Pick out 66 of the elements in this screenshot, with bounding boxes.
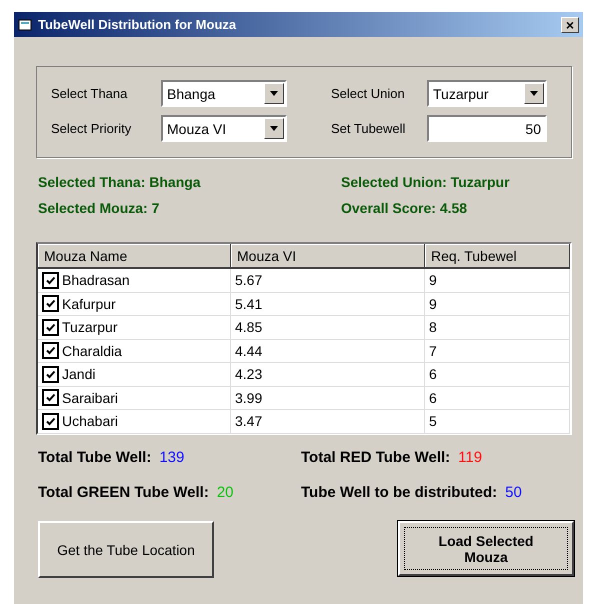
input-field[interactable]: 50 <box>427 115 547 142</box>
table-cell: 3.47 <box>235 413 262 430</box>
dropdown-arrow-icon <box>530 91 538 96</box>
close-button[interactable]: × <box>561 16 579 32</box>
checkbox[interactable] <box>42 272 59 289</box>
field-label: Select Priority <box>51 121 132 136</box>
table-cell: 9 <box>429 296 437 312</box>
table-cell: 5 <box>429 413 437 430</box>
total-value: 119 <box>458 449 482 466</box>
summary-text: Selected Union: Tuzarpur <box>341 174 511 190</box>
dropdown-arrow-icon <box>270 126 278 131</box>
table-cell: Tuzarpur <box>62 319 118 336</box>
checkmark-icon <box>45 322 56 333</box>
checkbox[interactable] <box>42 295 59 312</box>
window-icon <box>18 18 34 32</box>
total-value: 139 <box>159 449 184 466</box>
total-label: Total Tube Well: <box>38 449 152 466</box>
table-cell: 9 <box>429 272 437 288</box>
checkmark-icon <box>45 345 56 356</box>
table-cell: Uchabari <box>62 413 118 430</box>
total-value: 50 <box>505 484 522 501</box>
checkmark-icon <box>45 298 56 310</box>
table-cell: 6 <box>429 366 437 382</box>
dropdown-arrow-icon <box>270 91 278 96</box>
table-cell: Jandi <box>62 366 96 382</box>
dropdown[interactable]: Mouza VI <box>161 115 287 142</box>
checkbox[interactable] <box>42 318 59 336</box>
column-header[interactable]: Mouza Name <box>38 244 231 269</box>
table-cell: 3.99 <box>235 390 262 406</box>
table-cell: 7 <box>429 342 437 359</box>
field-label: Select Union <box>331 86 406 101</box>
column-header[interactable]: Req. Tubewel <box>425 244 570 269</box>
summary-text: Selected Mouza: 7 <box>38 200 160 216</box>
table-cell: 4.44 <box>235 342 262 359</box>
dropdown[interactable]: Bhanga <box>161 80 287 107</box>
table-cell: Saraibari <box>62 390 118 406</box>
dropdown[interactable]: Tuzarpur <box>427 80 547 107</box>
total-label: Total RED Tube Well: <box>301 449 450 466</box>
table-cell: 5.41 <box>235 296 262 312</box>
field-label: Set Tubewell <box>331 121 406 136</box>
table-cell: 4.85 <box>235 319 262 336</box>
table-cell: Bhadrasan <box>62 272 130 288</box>
checkmark-icon <box>45 392 56 404</box>
table-cell: 8 <box>429 319 437 336</box>
table-cell: 4.23 <box>235 366 262 382</box>
window-title: TubeWell Distribution for Mouza <box>38 17 238 32</box>
table-cell: 6 <box>429 390 437 406</box>
checkbox[interactable] <box>42 342 59 360</box>
total-label: Total GREEN Tube Well: <box>38 484 209 501</box>
summary-text: Selected Thana: Bhanga <box>38 174 202 190</box>
action-button[interactable]: Get the Tube Location <box>38 521 214 578</box>
table-cell: Kafurpur <box>62 296 116 312</box>
column-header[interactable]: Mouza VI <box>231 244 425 269</box>
checkbox[interactable] <box>42 366 59 383</box>
table-cell: 5.67 <box>235 272 262 288</box>
checkbox[interactable] <box>42 412 59 430</box>
checkmark-icon <box>45 368 56 380</box>
checkbox[interactable] <box>42 389 59 406</box>
checkmark-icon <box>45 274 56 286</box>
checkmark-icon <box>45 416 56 427</box>
field-label: Select Thana <box>51 86 128 101</box>
action-button[interactable]: Load Selected Mouza <box>398 521 574 576</box>
table-cell: Charaldia <box>62 342 122 359</box>
total-label: Tube Well to be distributed: <box>301 484 498 501</box>
summary-text: Overall Score: 4.58 <box>341 200 468 216</box>
total-value: 20 <box>216 484 234 501</box>
